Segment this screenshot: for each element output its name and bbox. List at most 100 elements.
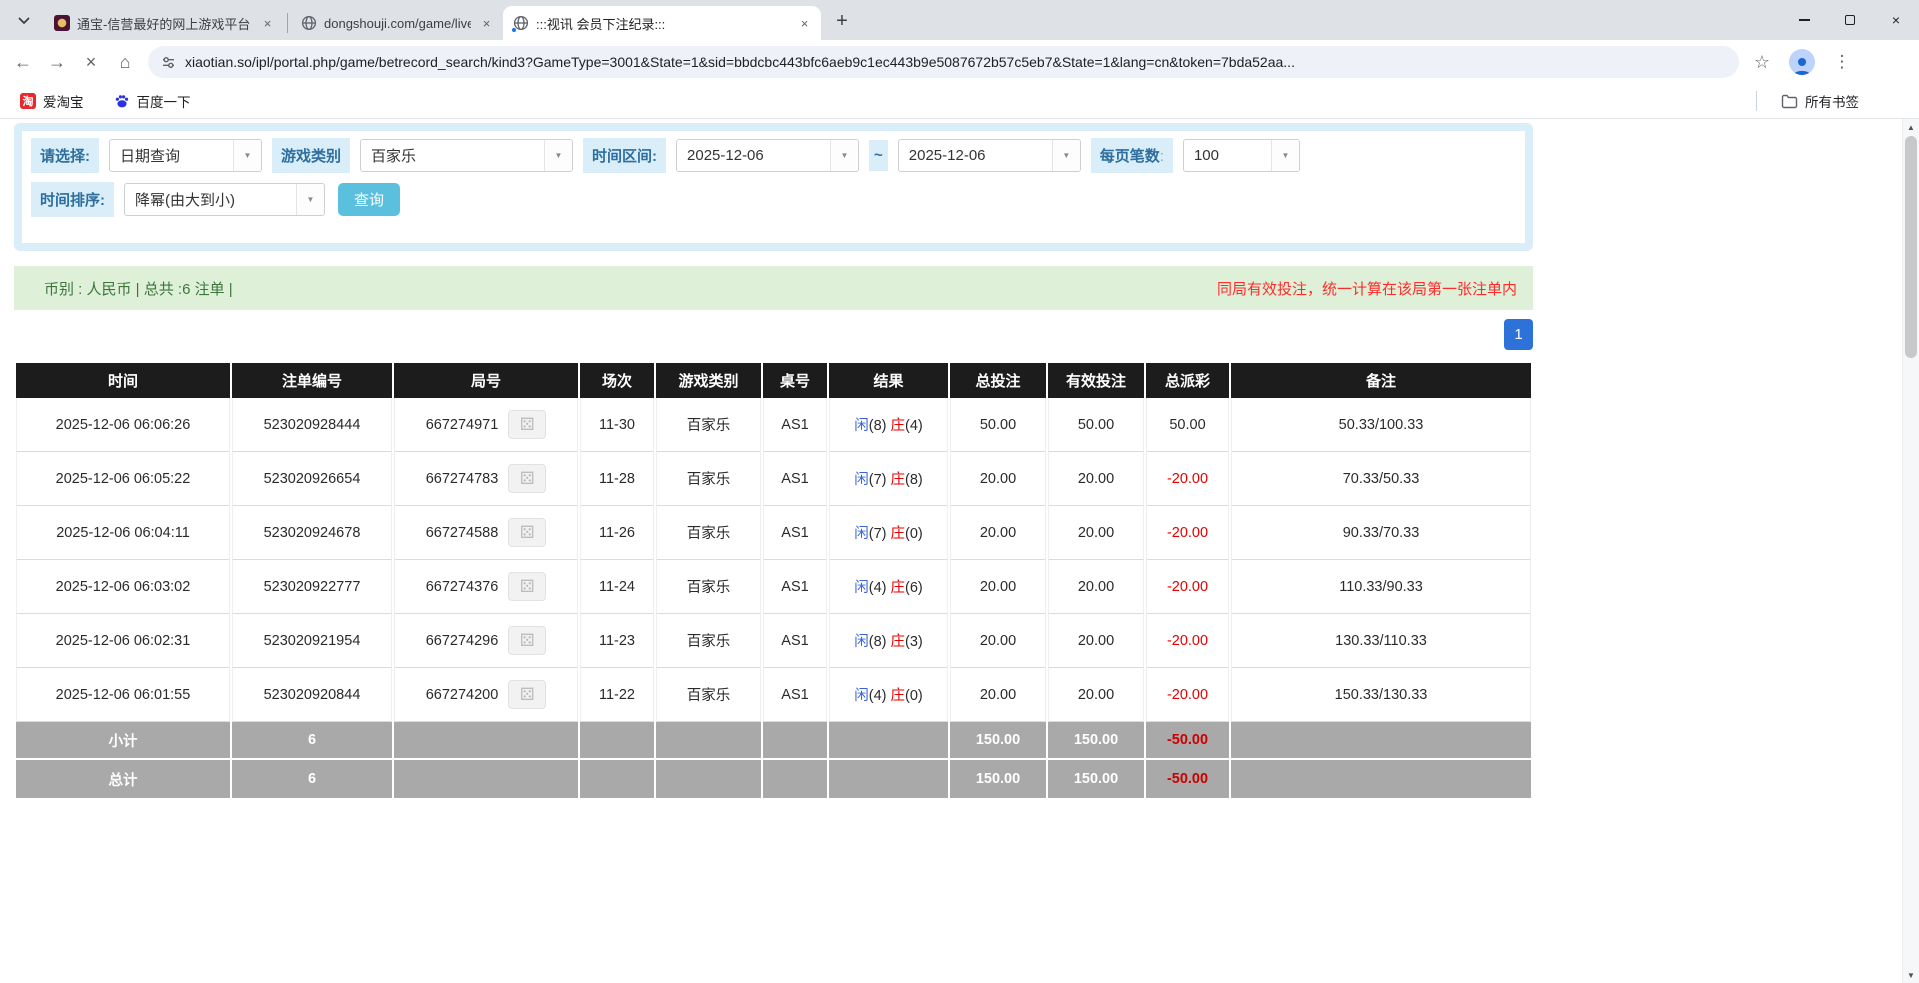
vertical-scrollbar[interactable]: ▲ ▼ — [1902, 119, 1919, 983]
scroll-up-button[interactable]: ▲ — [1903, 119, 1919, 135]
result-banker-score: (8) — [905, 472, 923, 488]
sort-order-select[interactable]: 降幂(由大到小) ▼ — [124, 183, 325, 216]
game-type-label: 游戏类别 — [272, 138, 350, 173]
footer-empty-cell — [394, 760, 578, 798]
round-replay-button[interactable]: ⚄ — [508, 572, 546, 601]
cell-table-no: AS1 — [763, 452, 827, 506]
chevron-down-icon[interactable]: ▼ — [544, 140, 572, 171]
maximize-button[interactable] — [1827, 0, 1873, 40]
tab-search-button[interactable] — [10, 7, 38, 35]
browser-tab-active-betrecord[interactable]: :::视讯 会员下注纪录::: × — [503, 6, 821, 40]
bookmark-baidu[interactable]: 百度一下 — [106, 87, 199, 115]
close-tab-icon[interactable]: × — [478, 15, 495, 32]
round-replay-button[interactable]: ⚄ — [508, 518, 546, 547]
round-replay-button[interactable]: ⚄ — [508, 464, 546, 493]
globe-favicon-icon — [301, 15, 317, 31]
result-banker-score: (0) — [905, 526, 923, 542]
game-type-select[interactable]: 百家乐 ▼ — [360, 139, 573, 172]
new-tab-button[interactable]: + — [828, 7, 856, 35]
cell-valid-bet: 20.00 — [1048, 506, 1144, 560]
cell-valid-bet: 20.00 — [1048, 668, 1144, 722]
cell-session: 11-24 — [580, 560, 654, 614]
table-header-row: 时间 注单编号 局号 场次 游戏类别 桌号 结果 总投注 有效投注 总派彩 备注 — [16, 363, 1531, 398]
tab-title: 通宝-信营最好的网上游戏平台 — [77, 14, 252, 33]
bookmark-aitaobao[interactable]: 淘 爱淘宝 — [12, 87, 92, 115]
chevron-down-icon[interactable]: ▼ — [1271, 140, 1299, 171]
cell-bet-id: 523020928444 — [232, 398, 392, 452]
date-to-input[interactable]: 2025-12-06 ▼ — [898, 139, 1081, 172]
browser-tab-tongbao[interactable]: 通宝-信营最好的网上游戏平台 × — [44, 6, 284, 40]
subtotal-label: 小计 — [16, 722, 230, 760]
round-number: 667274971 — [426, 417, 499, 433]
browser-tab-dongshouji[interactable]: dongshouji.com/game/live14 × — [291, 6, 503, 40]
page-size-label: 每页笔数: — [1091, 138, 1173, 173]
forward-button[interactable]: → — [40, 45, 74, 79]
cell-table-no: AS1 — [763, 668, 827, 722]
result-banker-label: 庄 — [891, 634, 906, 650]
header-round: 局号 — [394, 363, 578, 398]
result-banker-score: (4) — [905, 418, 923, 434]
total-payout: -50.00 — [1146, 760, 1229, 798]
stop-button[interactable]: × — [74, 45, 108, 79]
cell-remark: 50.33/100.33 — [1231, 398, 1531, 452]
dice-icon: ⚄ — [520, 578, 535, 595]
back-button[interactable]: ← — [6, 45, 40, 79]
taobao-icon: 淘 — [20, 93, 36, 109]
cell-result: 闲(4) 庄(6) — [829, 560, 948, 614]
filter-row-1: 请选择: 日期查询 ▼ 游戏类别 百家乐 ▼ 时间区间: 2025-12-06 … — [31, 138, 1516, 173]
search-button[interactable]: 查询 — [338, 183, 400, 216]
result-player-score: (8) — [869, 418, 887, 434]
bookmarks-bar: 淘 爱淘宝 百度一下 所有书签 — [0, 84, 1919, 119]
close-tab-icon[interactable]: × — [259, 15, 276, 32]
close-window-button[interactable]: × — [1873, 0, 1919, 40]
date-from-value: 2025-12-06 — [677, 140, 830, 171]
round-replay-button[interactable]: ⚄ — [508, 626, 546, 655]
page-size-value: 100 — [1184, 140, 1271, 171]
bet-record-table: 时间 注单编号 局号 场次 游戏类别 桌号 结果 总投注 有效投注 总派彩 备注… — [14, 363, 1533, 798]
round-number: 667274296 — [426, 633, 499, 649]
maximize-icon — [1845, 15, 1855, 25]
filter-panel: 请选择: 日期查询 ▼ 游戏类别 百家乐 ▼ 时间区间: 2025-12-06 … — [14, 123, 1533, 251]
valid-bet-notice: 同局有效投注，统一计算在该局第一张注单内 — [1217, 278, 1517, 299]
cell-total-bet: 20.00 — [950, 668, 1046, 722]
filter-form: 请选择: 日期查询 ▼ 游戏类别 百家乐 ▼ 时间区间: 2025-12-06 … — [22, 131, 1525, 243]
cell-total-bet: 20.00 — [950, 506, 1046, 560]
result-player-score: (8) — [869, 634, 887, 650]
chevron-down-icon[interactable]: ▼ — [296, 184, 324, 215]
cell-payout: -20.00 — [1146, 614, 1229, 668]
cell-valid-bet: 20.00 — [1048, 452, 1144, 506]
date-from-input[interactable]: 2025-12-06 ▼ — [676, 139, 859, 172]
round-number: 667274588 — [426, 525, 499, 541]
close-tab-icon[interactable]: × — [796, 15, 813, 32]
cell-round: 667274783 ⚄ — [394, 452, 578, 506]
cell-valid-bet: 50.00 — [1048, 398, 1144, 452]
page-size-select[interactable]: 100 ▼ — [1183, 139, 1300, 172]
summary-bar: 币别 : 人民币 | 总共 :6 注单 | 同局有效投注，统一计算在该局第一张注… — [14, 266, 1533, 310]
chevron-down-icon[interactable]: ▼ — [1052, 140, 1080, 171]
cell-total-bet: 20.00 — [950, 560, 1046, 614]
minimize-button[interactable] — [1781, 0, 1827, 40]
cell-result: 闲(4) 庄(0) — [829, 668, 948, 722]
scrollbar-thumb[interactable] — [1905, 136, 1917, 358]
query-type-select[interactable]: 日期查询 ▼ — [109, 139, 262, 172]
home-button[interactable]: ⌂ — [108, 45, 142, 79]
browser-menu-button[interactable]: ⋮ — [1825, 45, 1859, 79]
cell-bet-id: 523020920844 — [232, 668, 392, 722]
cell-game-type: 百家乐 — [656, 560, 761, 614]
result-banker-label: 庄 — [891, 526, 906, 542]
cell-session: 11-22 — [580, 668, 654, 722]
site-info-icon[interactable] — [161, 55, 176, 70]
result-player-label: 闲 — [854, 472, 869, 488]
chevron-down-icon[interactable]: ▼ — [830, 140, 858, 171]
scroll-down-button[interactable]: ▼ — [1903, 967, 1919, 983]
bookmark-star-button[interactable]: ☆ — [1745, 45, 1779, 79]
footer-empty-cell — [763, 760, 827, 798]
page-1-button[interactable]: 1 — [1504, 319, 1533, 350]
profile-avatar[interactable] — [1789, 49, 1815, 75]
chevron-down-icon[interactable]: ▼ — [233, 140, 261, 171]
round-replay-button[interactable]: ⚄ — [508, 680, 546, 709]
all-bookmarks-button[interactable]: 所有书签 — [1773, 87, 1867, 115]
cell-time: 2025-12-06 06:01:55 — [16, 668, 230, 722]
address-bar[interactable]: xiaotian.so/ipl/portal.php/game/betrecor… — [148, 46, 1739, 78]
round-replay-button[interactable]: ⚄ — [508, 410, 546, 439]
